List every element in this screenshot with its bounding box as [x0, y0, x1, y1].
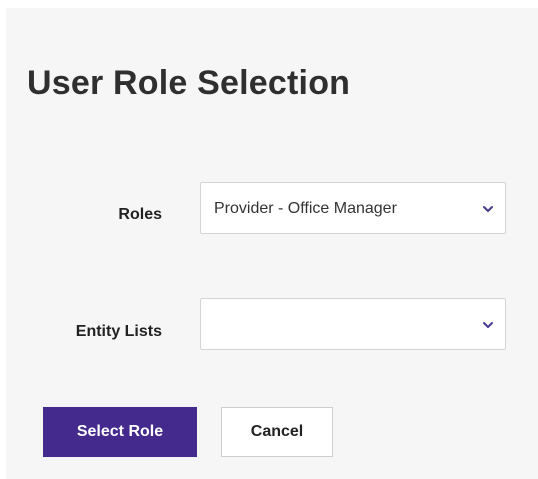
cancel-button[interactable]: Cancel [221, 407, 333, 457]
roles-select[interactable]: Provider - Office Manager [200, 182, 506, 234]
chevron-down-icon [483, 206, 493, 212]
entity-lists-select[interactable] [200, 298, 506, 350]
chevron-down-icon [483, 322, 493, 328]
select-role-button[interactable]: Select Role [43, 407, 197, 457]
page-title: User Role Selection [27, 64, 351, 102]
roles-label: Roles [118, 206, 162, 223]
role-selection-panel: User Role Selection Roles Provider - Off… [6, 8, 538, 479]
roles-select-value: Provider - Office Manager [214, 200, 397, 217]
entity-lists-label: Entity Lists [75, 323, 162, 340]
